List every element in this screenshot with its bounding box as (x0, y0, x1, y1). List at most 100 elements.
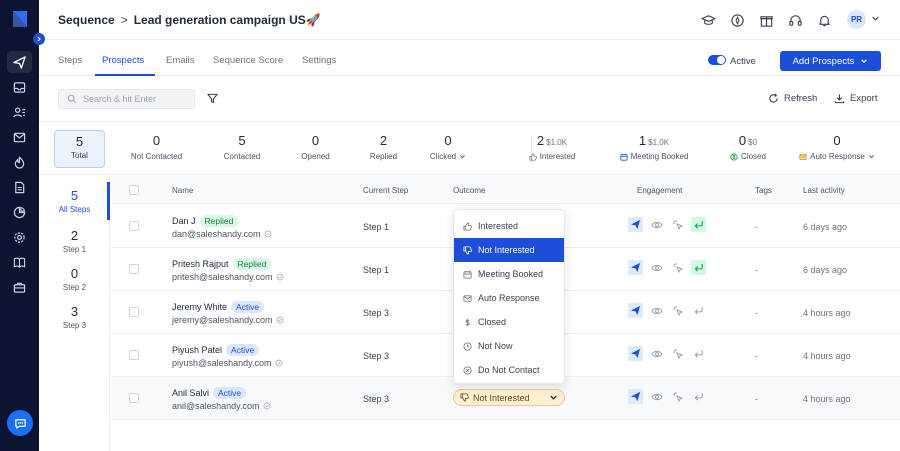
stat-auto-response[interactable]: 0 Auto Response (797, 133, 877, 161)
sequence-active-toggle[interactable] (708, 55, 726, 65)
refresh-button[interactable]: Refresh (768, 93, 817, 104)
stat-contacted[interactable]: 5 Contacted (215, 133, 269, 161)
page-title: Lead generation campaign US🚀 (134, 13, 321, 27)
search-input[interactable]: Search & hit Enter (58, 89, 195, 109)
outcome-select[interactable]: Not Interested (453, 389, 565, 406)
prospect-name[interactable]: Dan J (172, 216, 196, 226)
user-avatar[interactable]: PR (847, 10, 866, 29)
column-header-tags[interactable]: Tags (755, 186, 772, 195)
stat-not-contacted[interactable]: 0 Not Contacted (129, 133, 184, 161)
prospect-name[interactable]: Jeremy White (172, 302, 227, 312)
stat-total[interactable]: 5 Total (54, 130, 105, 168)
email-accounts-nav-icon[interactable] (7, 126, 32, 148)
stat-value: 0 (311, 133, 320, 148)
step-filter-column: 5 All Steps 2 Step 1 0 Step 2 3 Step 3 (39, 175, 110, 451)
thumbs-up-icon (529, 152, 537, 161)
tab-steps[interactable]: Steps (58, 55, 82, 66)
tab-settings[interactable]: Settings (302, 55, 336, 66)
export-button[interactable]: Export (834, 93, 877, 104)
stat-amount: $0 (748, 138, 758, 147)
bell-icon[interactable] (816, 12, 832, 28)
stat-label: Clicked (429, 152, 457, 161)
column-header-engagement[interactable]: Engagement (637, 186, 682, 195)
tab-prospects[interactable]: Prospects (102, 55, 144, 66)
clicked-icon (670, 389, 685, 404)
clicked-icon (670, 303, 685, 318)
stat-closed[interactable]: 0 $0 Closed (723, 133, 773, 161)
stat-clicked[interactable]: 0 Clicked (423, 133, 473, 161)
gift-icon[interactable] (758, 12, 774, 28)
prospect-email: dan@saleshandy.com (172, 229, 261, 239)
column-header-current-step[interactable]: Current Step (363, 186, 408, 195)
status-badge: Active (231, 301, 265, 313)
prospect-email: piyush@saleshandy.com (172, 358, 272, 368)
select-all-checkbox[interactable] (129, 185, 139, 195)
row-checkbox[interactable] (129, 393, 139, 403)
column-header-outcome[interactable]: Outcome (453, 186, 485, 195)
verified-icon (276, 273, 283, 281)
stat-opened[interactable]: 0 Opened (293, 133, 338, 161)
stat-interested[interactable]: 2 $1.0K Interested (520, 133, 584, 161)
stat-meeting-booked[interactable]: 1 $1.0K Meeting Booked (614, 133, 694, 161)
calendar-icon (463, 270, 472, 279)
inbox-nav-icon[interactable] (7, 76, 32, 98)
row-checkbox[interactable] (129, 221, 139, 231)
step-filter-all[interactable]: 5 All Steps (39, 188, 110, 214)
settings-nav-icon[interactable] (7, 226, 32, 248)
prospects-nav-icon[interactable] (7, 101, 32, 123)
export-label: Export (850, 93, 878, 104)
opened-eye-icon (649, 217, 664, 232)
chevron-down-icon[interactable] (871, 14, 880, 23)
last-activity: 6 days ago (803, 265, 848, 275)
step-filter-step-2[interactable]: 0 Step 2 (39, 266, 110, 292)
filter-icon[interactable] (207, 93, 218, 104)
option-label: Do Not Contact (478, 365, 540, 375)
last-activity: 4 hours ago (803, 351, 851, 361)
chat-support-button[interactable] (7, 410, 33, 436)
tab-sequence-score[interactable]: Sequence Score (213, 55, 283, 66)
current-step: Step 1 (363, 222, 390, 232)
top-header: Sequence > Lead generation campaign US🚀 … (39, 0, 900, 40)
outcome-option-auto-response[interactable]: Auto Response (454, 286, 564, 310)
outcome-option-closed[interactable]: Closed (454, 310, 564, 334)
column-header-last-activity[interactable]: Last activity (803, 186, 845, 195)
engagement-icons (628, 260, 706, 275)
reply-arrow-icon (691, 389, 706, 404)
templates-nav-icon[interactable] (7, 176, 32, 198)
breadcrumb-sequence-link[interactable]: Sequence (58, 13, 115, 27)
add-prospects-button[interactable]: Add Prospects (780, 51, 881, 71)
outcome-option-meeting-booked[interactable]: Meeting Booked (454, 262, 564, 286)
stat-amount: $1.0K (546, 138, 568, 147)
prospect-name[interactable]: Piyush Patel (172, 345, 222, 355)
opened-eye-icon (649, 303, 664, 318)
prospect-name[interactable]: Anil Salvi (172, 388, 209, 398)
step-filter-step-1[interactable]: 2 Step 1 (39, 228, 110, 254)
help-book-nav-icon[interactable] (7, 251, 32, 273)
stat-replied[interactable]: 2 Replied (361, 133, 406, 161)
sequences-nav-icon[interactable] (7, 51, 32, 73)
row-checkbox[interactable] (129, 264, 139, 274)
saleshandy-logo[interactable] (11, 9, 29, 29)
sidebar-collapse-button[interactable] (33, 33, 45, 45)
outcome-option-do-not-contact[interactable]: Do Not Contact (454, 358, 564, 382)
analytics-nav-icon[interactable] (7, 201, 32, 223)
prospect-name[interactable]: Pritesh Rajput (172, 259, 229, 269)
add-prospects-label: Add Prospects (792, 55, 855, 67)
column-header-name[interactable]: Name (172, 186, 193, 195)
outcome-option-interested[interactable]: Interested (454, 214, 564, 238)
outcome-option-not-interested[interactable]: Not Interested (454, 238, 564, 262)
compass-icon[interactable] (729, 12, 745, 28)
graduation-cap-icon[interactable] (700, 12, 716, 28)
stat-value: 0 (738, 133, 747, 148)
row-checkbox[interactable] (129, 350, 139, 360)
engagement-icons (628, 217, 706, 232)
briefcase-nav-icon[interactable] (7, 276, 32, 298)
last-activity: 4 hours ago (803, 394, 851, 404)
row-checkbox[interactable] (129, 307, 139, 317)
outcome-option-not-now[interactable]: Not Now (454, 334, 564, 358)
warmup-nav-icon[interactable] (7, 151, 32, 173)
tab-emails[interactable]: Emails (166, 55, 195, 66)
thumbs-up-icon (463, 221, 472, 231)
step-filter-step-3[interactable]: 3 Step 3 (39, 304, 110, 330)
headset-icon[interactable] (787, 12, 803, 28)
